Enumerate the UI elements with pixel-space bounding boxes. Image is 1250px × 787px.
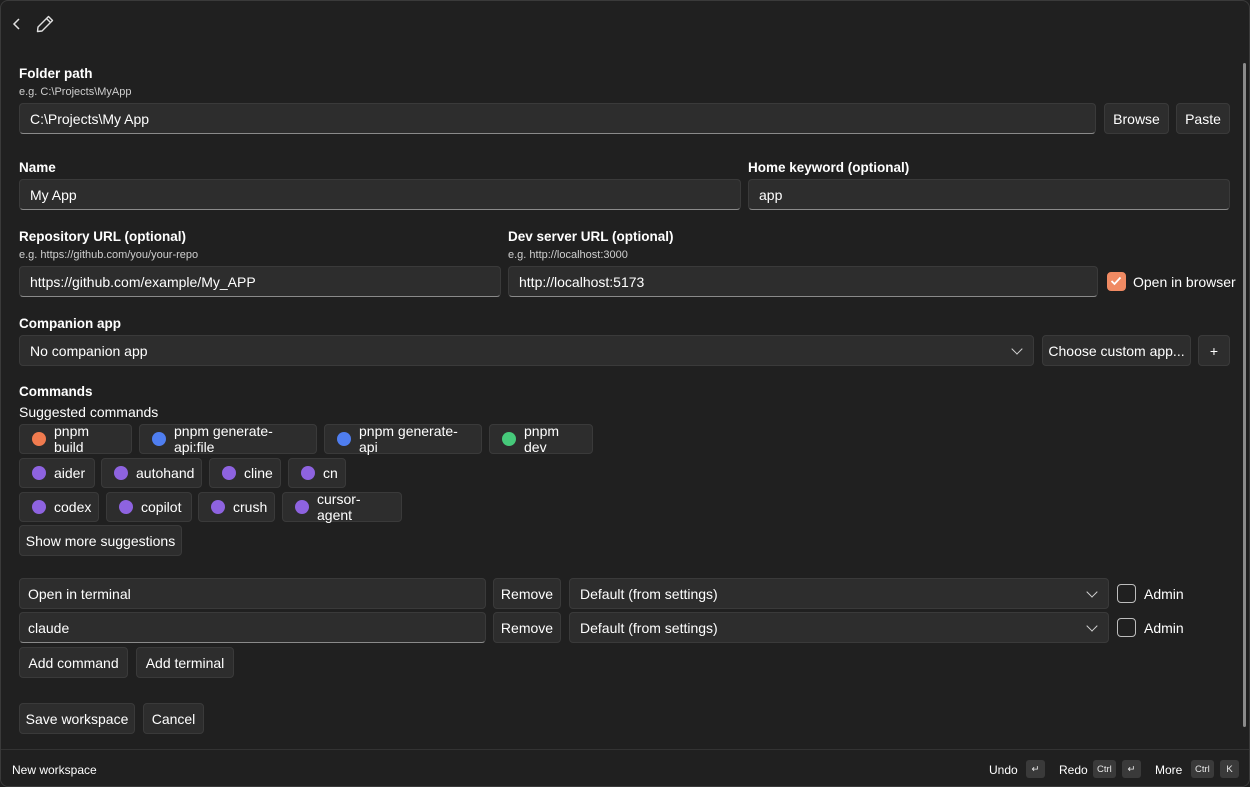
scrollbar[interactable] — [1243, 63, 1246, 727]
suggestion-chip[interactable]: pnpm generate-api:file — [139, 423, 317, 455]
suggestion-label: pnpm generate-api:file — [174, 423, 273, 455]
suggestion-label: aider — [54, 465, 86, 481]
terminal-selected: Default (from settings) — [580, 619, 718, 636]
repo-url-input[interactable]: https://github.com/example/My_APP — [19, 266, 501, 297]
workspace-editor-window: Folder path e.g. C:\Projects\MyApp C:\Pr… — [0, 0, 1250, 787]
open-in-browser-label: Open in browser — [1133, 274, 1236, 290]
chevron-down-icon — [1011, 343, 1023, 355]
suggestion-chip[interactable]: pnpm dev — [489, 423, 593, 455]
status-dot — [114, 466, 128, 480]
chevron-down-icon — [1086, 620, 1098, 632]
suggestion-label: cline — [244, 465, 273, 481]
suggestion-chip[interactable]: cline — [209, 458, 281, 488]
show-more-suggestions-button[interactable]: Show more suggestions — [19, 525, 182, 556]
status-dot — [32, 432, 46, 446]
remove-command-button[interactable]: Remove — [493, 612, 561, 643]
name-input[interactable]: My App — [19, 179, 741, 210]
repo-url-label: Repository URL (optional) — [19, 229, 186, 244]
checkmark-icon — [1110, 276, 1122, 286]
suggestion-label: pnpm generate-api — [359, 423, 458, 455]
terminal-selected: Default (from settings) — [580, 585, 718, 602]
suggestion-label: pnpm dev — [524, 423, 560, 455]
remove-command-button[interactable]: Remove — [493, 578, 561, 609]
dev-server-input[interactable]: http://localhost:5173 — [508, 266, 1098, 297]
suggestion-chip[interactable]: pnpm build — [19, 423, 132, 455]
admin-checkbox[interactable] — [1117, 618, 1136, 637]
pencil-icon — [36, 15, 54, 33]
suggestion-chip[interactable]: aider — [19, 458, 95, 488]
paste-button[interactable]: Paste — [1176, 103, 1230, 134]
companion-app-label: Companion app — [19, 316, 121, 331]
home-keyword-label: Home keyword (optional) — [748, 160, 910, 175]
add-terminal-button[interactable]: Add terminal — [136, 647, 234, 678]
folder-path-input[interactable]: C:\Projects\My App — [19, 103, 1096, 134]
suggestion-chip[interactable]: pnpm generate-api — [324, 423, 482, 455]
companion-app-selected: No companion app — [30, 342, 148, 359]
suggestion-label: cursor-agent — [317, 491, 361, 523]
cancel-button[interactable]: Cancel — [143, 703, 204, 734]
admin-label: Admin — [1144, 620, 1184, 636]
ctrl-key: Ctrl — [1191, 760, 1214, 778]
enter-key-icon: ↵ — [1122, 760, 1141, 778]
k-key: K — [1220, 760, 1239, 778]
ctrl-key: Ctrl — [1093, 760, 1116, 778]
suggestion-chip[interactable]: codex — [19, 492, 99, 522]
status-dot — [222, 466, 236, 480]
suggestion-chip[interactable]: crush — [198, 492, 275, 522]
command-input[interactable]: claude — [19, 612, 486, 643]
status-dot — [32, 500, 46, 514]
suggestion-label: crush — [233, 499, 268, 515]
suggestion-chip[interactable]: cn — [288, 458, 346, 488]
edit-button[interactable] — [33, 12, 57, 36]
companion-app-select[interactable]: No companion app — [19, 335, 1034, 366]
status-dot — [152, 432, 166, 446]
more-label[interactable]: More — [1155, 763, 1182, 777]
terminal-select[interactable]: Default (from settings) — [569, 578, 1109, 609]
choose-custom-app-button[interactable]: Choose custom app... — [1042, 335, 1191, 366]
undo-label[interactable]: Undo — [989, 763, 1018, 777]
terminal-select[interactable]: Default (from settings) — [569, 612, 1109, 643]
chevron-left-icon — [12, 18, 20, 30]
save-workspace-button[interactable]: Save workspace — [19, 703, 135, 734]
home-keyword-input[interactable]: app — [748, 179, 1230, 210]
status-dot — [301, 466, 315, 480]
commands-label: Commands — [19, 384, 93, 399]
footer-title: New workspace — [12, 763, 97, 777]
redo-label[interactable]: Redo — [1059, 763, 1088, 777]
enter-key-icon: ↵ — [1026, 760, 1045, 778]
status-bar: New workspace Undo ↵ Redo Ctrl ↵ More Ct… — [1, 749, 1249, 786]
open-in-browser-checkbox[interactable] — [1107, 272, 1126, 291]
folder-path-hint: e.g. C:\Projects\MyApp — [19, 86, 132, 98]
suggested-commands-label: Suggested commands — [19, 404, 159, 420]
repo-url-hint: e.g. https://github.com/you/your-repo — [19, 249, 199, 261]
add-companion-button[interactable]: + — [1198, 335, 1230, 366]
command-input[interactable]: Open in terminal — [19, 578, 486, 609]
suggestion-label: autohand — [136, 465, 195, 481]
suggestion-label: codex — [54, 499, 92, 515]
status-dot — [211, 500, 225, 514]
name-label: Name — [19, 160, 56, 175]
suggestion-chip[interactable]: autohand — [101, 458, 202, 488]
status-dot — [295, 500, 309, 514]
suggestion-label: pnpm build — [54, 423, 90, 455]
status-dot — [337, 432, 351, 446]
add-command-button[interactable]: Add command — [19, 647, 128, 678]
dev-server-hint: e.g. http://localhost:3000 — [508, 249, 628, 261]
suggestion-label: cn — [323, 465, 338, 481]
suggestion-label: copilot — [141, 499, 182, 515]
chevron-down-icon — [1086, 586, 1098, 598]
back-button[interactable] — [7, 13, 27, 35]
admin-checkbox[interactable] — [1117, 584, 1136, 603]
status-dot — [32, 466, 46, 480]
browse-button[interactable]: Browse — [1104, 103, 1169, 134]
status-dot — [119, 500, 133, 514]
admin-label: Admin — [1144, 586, 1184, 602]
suggestion-chip[interactable]: copilot — [106, 492, 192, 522]
dev-server-label: Dev server URL (optional) — [508, 229, 674, 244]
suggestion-chip[interactable]: cursor-agent — [282, 491, 402, 523]
folder-path-label: Folder path — [19, 66, 93, 81]
status-dot — [502, 432, 516, 446]
